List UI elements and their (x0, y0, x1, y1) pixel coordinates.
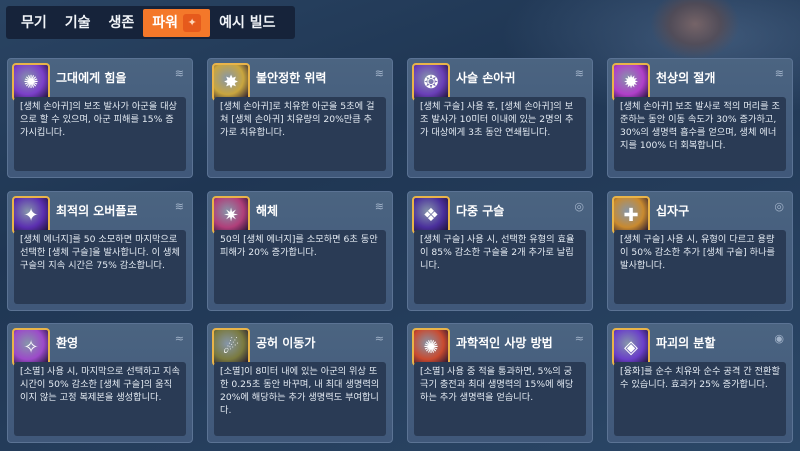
fade-badge-icon: ≈ (374, 332, 384, 345)
card-title: 다중 구슬 (456, 204, 505, 218)
tab-label: 무기 (21, 14, 47, 31)
optimal-overflow-icon: ✦ (12, 196, 50, 234)
multi-orb-icon: ❖ (412, 196, 450, 234)
card-description: [소멸] 사용 중 적을 통과하면, 5%의 궁극기 충전과 최대 생명력의 1… (414, 362, 586, 436)
card-title: 파괴의 분할 (656, 336, 716, 350)
power-card[interactable]: ✺ 과학적인 사망 방법 ≈ [소멸] 사용 중 적을 통과하면, 5%의 궁극기 충… (407, 323, 593, 443)
tab-label: 예시 빌드 (219, 14, 276, 31)
tab-label: 기술 (64, 14, 91, 31)
hero-figure (650, 0, 740, 60)
wing-badge-icon: ≋ (574, 67, 584, 80)
card-title: 공허 이동가 (256, 336, 316, 350)
card-title: 최적의 오버플로 (56, 204, 138, 218)
card-title: 사슬 손아귀 (456, 71, 516, 85)
card-description: [소멸]이 8미터 내에 있는 아군의 위상 또한 0.25초 동안 바꾸며, … (214, 362, 386, 436)
chain-grasp-icon: ❂ (412, 63, 450, 101)
phantasm-icon: ✧ (12, 328, 50, 366)
tab-abilities[interactable]: 기술 (56, 9, 100, 37)
card-title: 그대에게 힘을 (56, 71, 127, 85)
power-card[interactable]: ✸ 불안정한 위력 ≋ [생체 손아귀]로 치유한 아군을 5초에 걸쳐 [생체 손아… (207, 58, 393, 178)
power-card[interactable]: ◈ 파괴의 분할 ◉ [융화]를 순수 치유와 순수 공격 간 전환할 수 있습니다.… (607, 323, 793, 443)
card-title: 십자구 (656, 204, 690, 218)
dismantle-icon: ✷ (212, 196, 250, 234)
power-card[interactable]: ❖ 다중 구슬 ◎ [생체 구슬] 사용 시, 선택한 유형의 효율이 85% 감소한… (407, 191, 593, 311)
power-card[interactable]: ✺ 그대에게 힘을 ≋ [생체 손아귀]의 보조 발사가 아군을 대상으로 할 수 있… (7, 58, 193, 178)
tab-survival[interactable]: 생존 (100, 9, 144, 37)
power-card[interactable]: ✷ 해체 ≋ 50의 [생체 에너지]를 소모하면 6초 동안 피해가 20% 증가합… (207, 191, 393, 311)
fade-badge-icon: ≈ (174, 332, 184, 345)
tab-weapon[interactable]: 무기 (12, 9, 56, 37)
tab-bar: 무기 기술 생존 파워 ✦ 예시 빌드 (6, 6, 295, 39)
void-walker-icon: ☄ (212, 328, 250, 366)
card-title: 천상의 절개 (656, 71, 716, 85)
coalescence-badge-icon: ◉ (774, 332, 784, 345)
tab-label: 생존 (108, 14, 135, 31)
orb-badge-icon: ◎ (574, 200, 584, 213)
power-card[interactable]: ✦ 최적의 오버플로 ≋ [생체 에너지]를 50 소모하면 마지막으로 선택한 [생… (7, 191, 193, 311)
tab-label: 파워 (152, 14, 179, 31)
card-title: 해체 (256, 204, 279, 218)
wing-badge-icon: ≋ (374, 67, 384, 80)
power-icon: ✦ (183, 13, 202, 32)
power-to-you-icon: ✺ (12, 63, 50, 101)
card-description: [생체 구슬] 사용 시, 선택한 유형의 효율이 85% 감소한 구슬을 2개… (414, 230, 586, 304)
power-card[interactable]: ✹ 천상의 절개 ≋ [생체 손아귀] 보조 발사로 적의 머리를 조준하는 동안 이… (607, 58, 793, 178)
destructive-division-icon: ◈ (612, 328, 650, 366)
wing-badge-icon: ≋ (174, 200, 184, 213)
card-description: [생체 구슬] 사용 시, 유형이 다르고 용량이 50% 감소한 추가 [생체… (614, 230, 786, 304)
power-card[interactable]: ☄ 공허 이동가 ≈ [소멸]이 8미터 내에 있는 아군의 위상 또한 0.25초 … (207, 323, 393, 443)
wing-badge-icon: ≋ (774, 67, 784, 80)
fade-badge-icon: ≈ (574, 332, 584, 345)
wing-badge-icon: ≋ (174, 67, 184, 80)
tab-example-build[interactable]: 예시 빌드 (210, 9, 284, 37)
card-description: [생체 손아귀]의 보조 발사가 아군을 대상으로 할 수 있으며, 아군 피해… (14, 97, 186, 171)
wing-badge-icon: ≋ (374, 200, 384, 213)
scientific-deathodology-icon: ✺ (412, 328, 450, 366)
power-card[interactable]: ✧ 환영 ≈ [소멸] 사용 시, 마지막으로 선택하고 지속 시간이 50% 감소한… (7, 323, 193, 443)
card-title: 불안정한 위력 (256, 71, 327, 85)
card-title: 과학적인 사망 방법 (456, 336, 553, 350)
card-description: [생체 구슬] 사용 후, [생체 손아귀]의 보조 발사가 10미터 이내에 … (414, 97, 586, 171)
card-description: [생체 에너지]를 50 소모하면 마지막으로 선택한 [생체 구슬]을 발사합… (14, 230, 186, 304)
celestial-slash-icon: ✹ (612, 63, 650, 101)
power-card[interactable]: ✚ 십자구 ◎ [생체 구슬] 사용 시, 유형이 다르고 용량이 50% 감소한 추… (607, 191, 793, 311)
tab-power[interactable]: 파워 ✦ (143, 8, 211, 37)
power-card[interactable]: ❂ 사슬 손아귀 ≋ [생체 구슬] 사용 후, [생체 손아귀]의 보조 발사가 1… (407, 58, 593, 178)
card-description: 50의 [생체 에너지]를 소모하면 6초 동안 피해가 20% 증가합니다. (214, 230, 386, 304)
card-description: [융화]를 순수 치유와 순수 공격 간 전환할 수 있습니다. 효과가 25%… (614, 362, 786, 436)
card-description: [생체 손아귀]로 치유한 아군을 5초에 걸쳐 [생체 손아귀] 치유량의 2… (214, 97, 386, 171)
cross-orb-icon: ✚ (612, 196, 650, 234)
card-description: [소멸] 사용 시, 마지막으로 선택하고 지속 시간이 50% 감소한 [생체… (14, 362, 186, 436)
card-description: [생체 손아귀] 보조 발사로 적의 머리를 조준하는 동안 이동 속도가 30… (614, 97, 786, 171)
unstable-power-icon: ✸ (212, 63, 250, 101)
card-title: 환영 (56, 336, 79, 350)
orb-badge-icon: ◎ (774, 200, 784, 213)
